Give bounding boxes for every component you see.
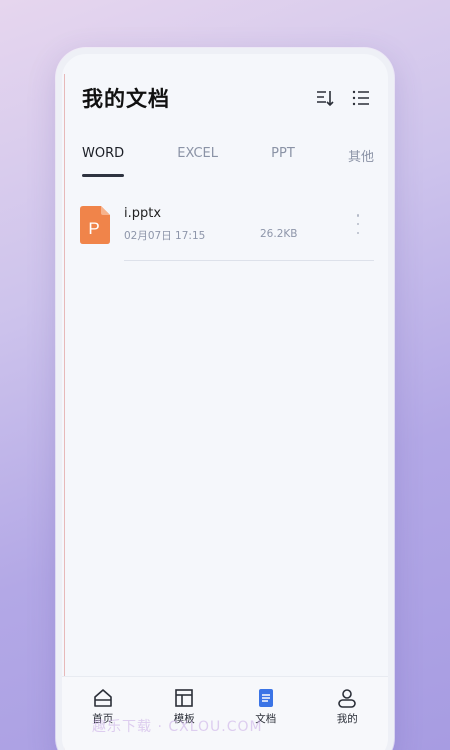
sort-down-icon[interactable] (314, 87, 336, 109)
tab-word[interactable]: WORD (82, 144, 125, 184)
document-icon (258, 689, 273, 707)
header-actions (314, 87, 372, 109)
page-title: 我的文档 (82, 87, 170, 111)
nav-profile[interactable]: 我的 (317, 687, 377, 750)
profile-icon (338, 689, 357, 708)
watermark: 趣乐下载 · CXLOU.COM (92, 719, 263, 735)
template-icon (175, 689, 194, 707)
tab-ppt[interactable]: PPT (271, 144, 295, 184)
category-tabs: WORD EXCEL PPT 其他 (82, 144, 374, 184)
file-name: i.pptx (124, 206, 162, 221)
tab-excel[interactable]: EXCEL (177, 144, 218, 184)
list-divider (124, 260, 374, 261)
tab-other[interactable]: 其他 (348, 144, 374, 184)
ppt-file-icon: P (80, 206, 110, 244)
header: 我的文档 (82, 78, 372, 118)
nav-profile-label: 我的 (336, 713, 358, 725)
bottom-navigation: 首页 模板 文档 我的 (62, 676, 388, 750)
file-date: 02月07日 17:15 (124, 230, 206, 242)
file-size: 26.2KB (260, 228, 298, 240)
home-icon (93, 689, 112, 707)
list-view-icon[interactable] (350, 87, 372, 109)
svg-text:P: P (88, 219, 99, 238)
frame-edge (64, 74, 65, 750)
phone-frame: 我的文档 WORD EXCEL PPT 其他 P i.pptx 02月07日 1… (56, 48, 394, 750)
more-options-icon[interactable] (352, 214, 364, 234)
file-list-item[interactable]: P i.pptx 02月07日 17:15 26.2KB (80, 202, 374, 262)
